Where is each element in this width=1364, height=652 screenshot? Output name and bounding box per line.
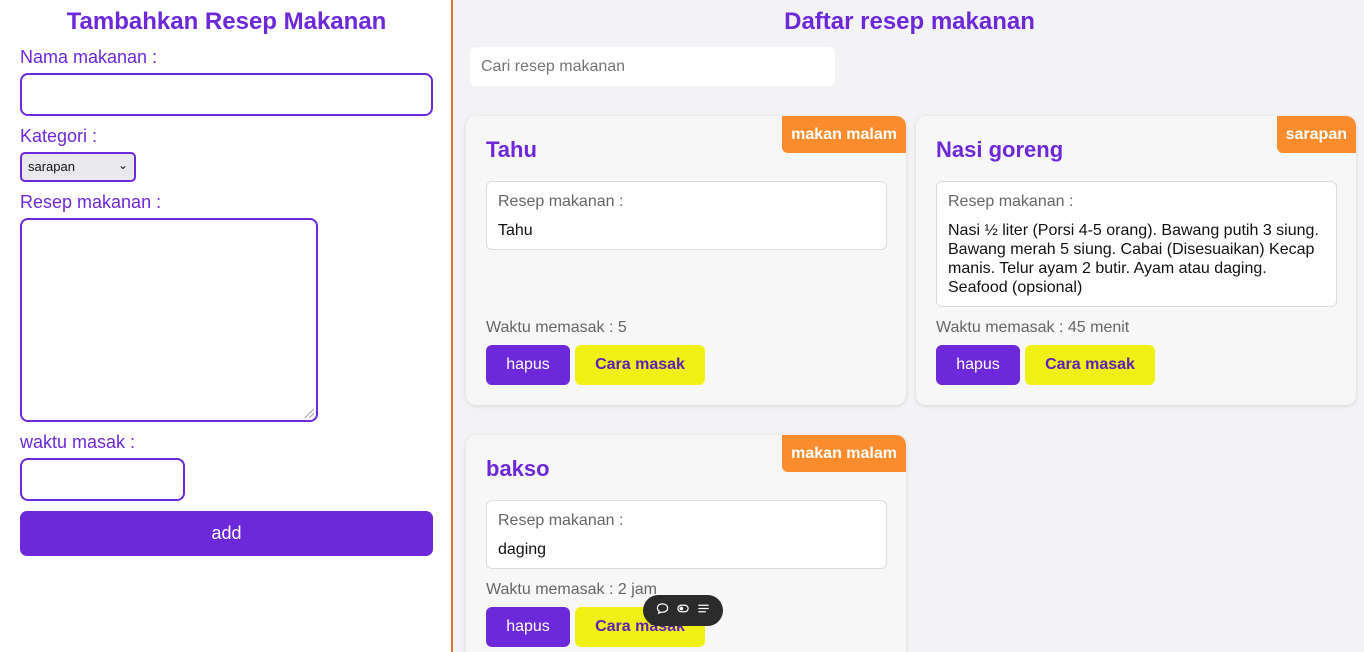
recipe-name: Nasi goreng [936, 137, 1064, 162]
delete-button[interactable]: hapus [486, 607, 570, 647]
recipe-box: Resep makanan : Tahu [486, 181, 887, 250]
cooking-time: Waktu memasak : 45 menit [936, 319, 1130, 336]
chevron-down-icon: ⌄ [117, 158, 128, 172]
recipe-box-label: Resep makanan : [498, 193, 624, 210]
recipe-text: Nasi ½ liter (Porsi 4-5 orang). Bawang p… [948, 222, 1319, 296]
resize-handle[interactable] [305, 409, 314, 418]
recipe-card: sarapan Nasi goreng Resep makanan : Nasi… [916, 116, 1356, 405]
how-to-cook-button[interactable]: Cara masak [575, 345, 705, 385]
delete-button[interactable]: hapus [936, 345, 1020, 385]
list-icon[interactable] [697, 602, 710, 620]
recipe-box: Resep makanan : Nasi ½ liter (Porsi 4-5 … [936, 181, 1337, 307]
recipe-textarea[interactable] [20, 218, 318, 422]
add-button[interactable]: add [20, 511, 433, 556]
category-label: Kategori : [20, 126, 98, 146]
form-title: Tambahkan Resep Makanan [66, 8, 387, 35]
category-select[interactable]: sarapan ⌄ [20, 152, 136, 182]
recipe-box-label: Resep makanan : [498, 512, 624, 529]
floating-toolbar [643, 595, 723, 626]
toggle-icon[interactable] [676, 602, 690, 620]
recipe-name: bakso [486, 456, 550, 481]
recipe-box: Resep makanan : daging [486, 500, 887, 569]
list-title: Daftar resep makanan [784, 8, 1035, 35]
how-to-cook-button[interactable]: Cara masak [1025, 345, 1155, 385]
recipe-name: Tahu [486, 137, 537, 162]
recipe-label: Resep makanan : [20, 192, 162, 212]
category-selected-value: sarapan [28, 159, 75, 174]
recipe-card: makan malam Tahu Resep makanan : Tahu Wa… [466, 116, 906, 405]
time-input[interactable] [20, 458, 185, 501]
name-label: Nama makanan : [20, 47, 158, 67]
recipe-box-label: Resep makanan : [948, 193, 1074, 210]
search-input[interactable]: Cari resep makanan [470, 47, 835, 86]
delete-button[interactable]: hapus [486, 345, 570, 385]
recipe-text: daging [498, 541, 547, 558]
add-recipe-panel: Tambahkan Resep Makanan Nama makanan : K… [0, 0, 453, 652]
cooking-time: Waktu memasak : 5 [486, 319, 627, 336]
category-badge: makan malam [782, 116, 906, 153]
recipe-text: Tahu [498, 222, 533, 239]
time-label: waktu masak : [20, 432, 136, 452]
name-input[interactable] [20, 73, 433, 116]
cooking-time: Waktu memasak : 2 jam [486, 581, 658, 598]
chat-icon[interactable] [656, 602, 669, 620]
category-badge: makan malam [782, 435, 906, 472]
category-badge: sarapan [1276, 116, 1356, 153]
